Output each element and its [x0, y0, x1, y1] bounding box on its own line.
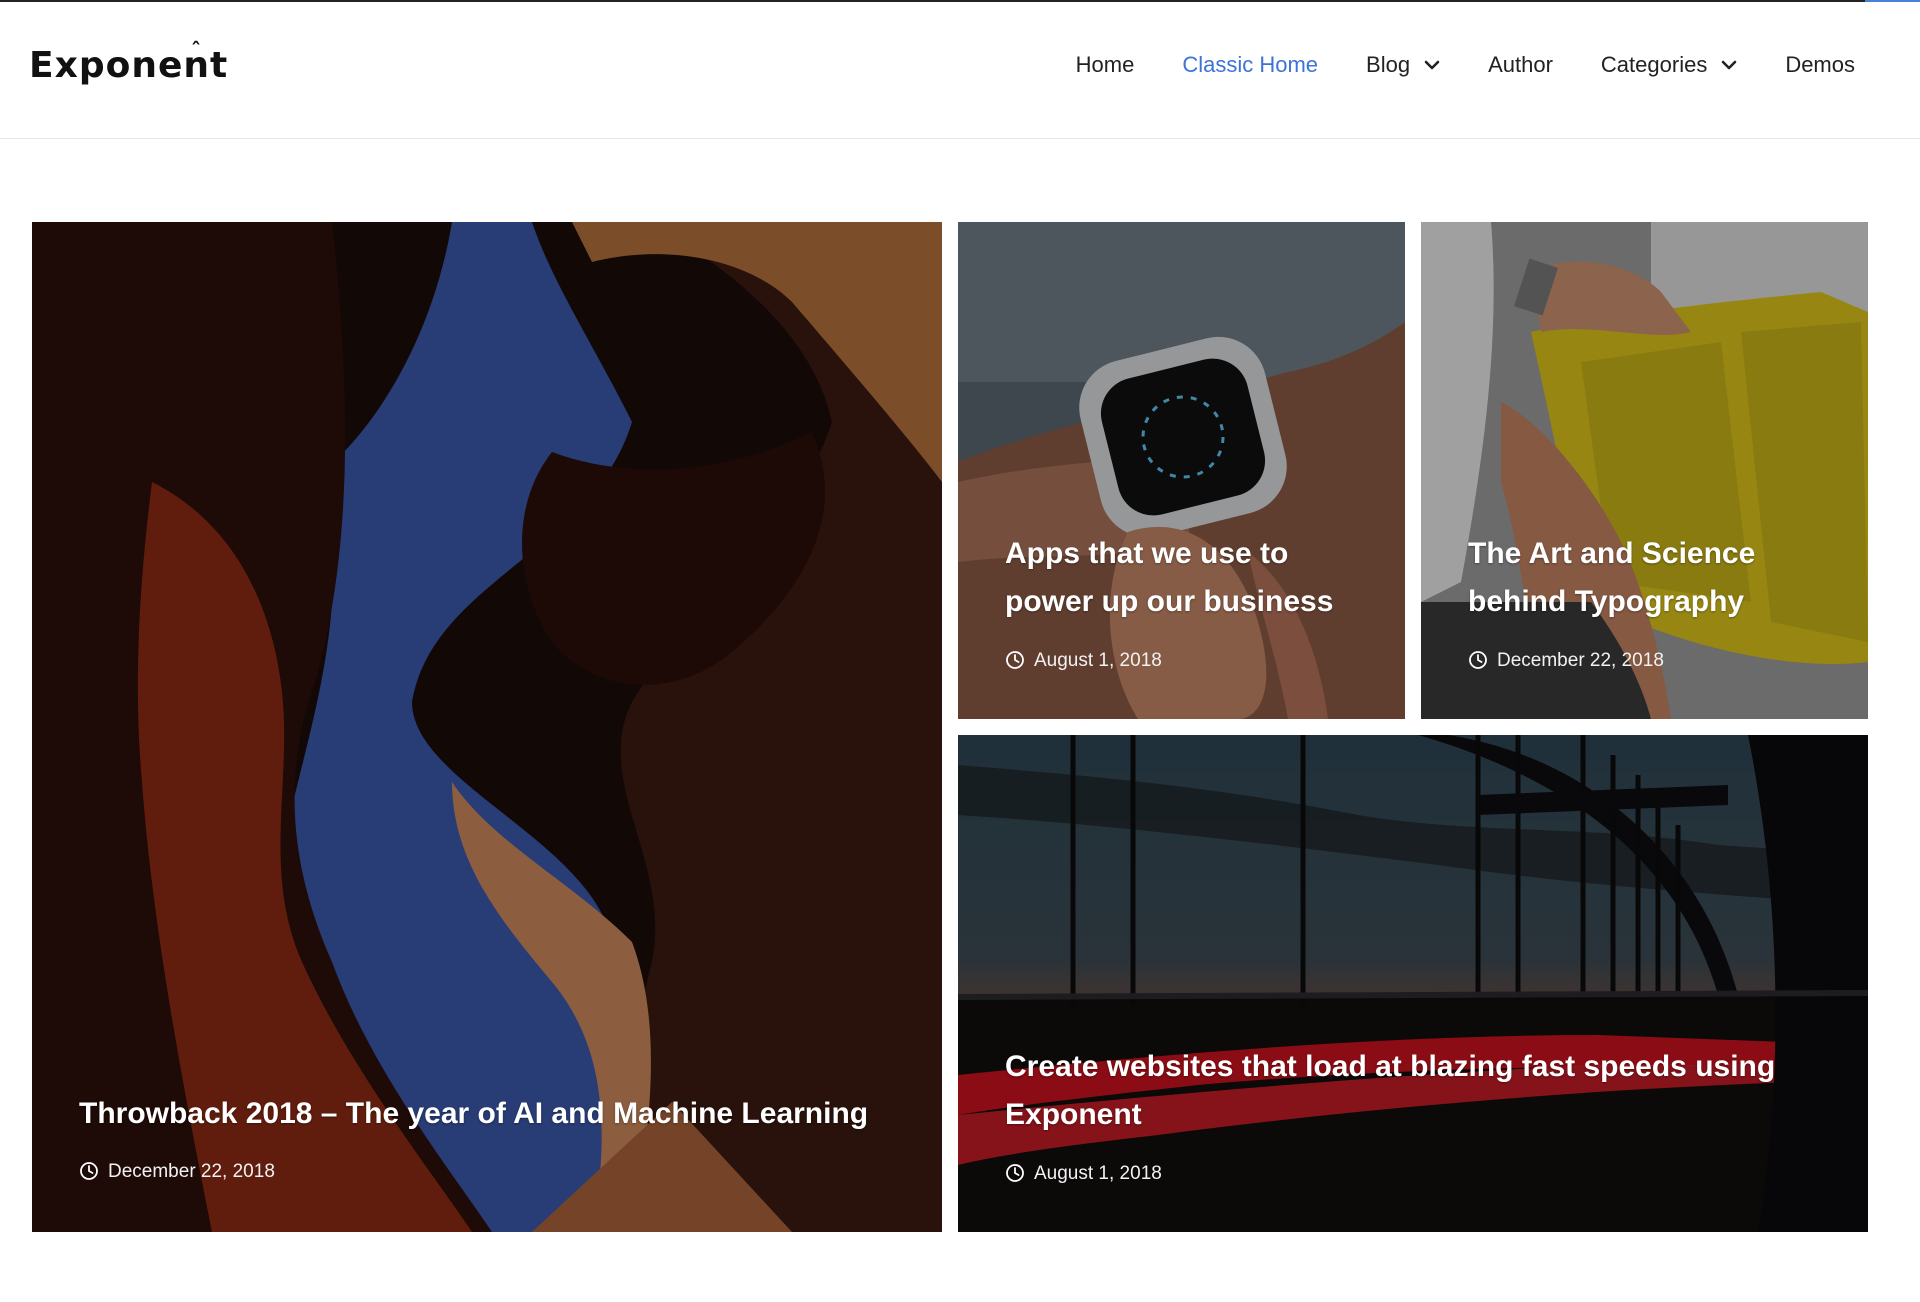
image-overlay — [958, 735, 1868, 1232]
nav-home-label: Home — [1075, 52, 1135, 77]
nav-categories[interactable]: Categories — [1601, 54, 1737, 76]
site-logo[interactable]: Exponent ˆ — [29, 40, 228, 84]
nav-blog-label: Blog — [1366, 52, 1411, 77]
post-date-text: December 22, 2018 — [1497, 649, 1664, 671]
chevron-down-icon — [1424, 60, 1440, 70]
post-date: December 22, 2018 — [79, 1161, 275, 1181]
nav-home[interactable]: Home — [1076, 54, 1135, 76]
post-card-apps[interactable]: Apps that we use to power up our busines… — [958, 222, 1405, 719]
post-card-throwback-2018[interactable]: Throwback 2018 – The year of AI and Mach… — [32, 222, 942, 1232]
nav-demos[interactable]: Demos — [1785, 54, 1855, 76]
post-card-typography[interactable]: The Art and Science behind Typography De… — [1421, 222, 1868, 719]
clock-icon — [80, 1162, 98, 1180]
post-date: August 1, 2018 — [1005, 1163, 1162, 1183]
nav-classic-home[interactable]: Classic Home — [1182, 54, 1318, 76]
post-title[interactable]: Create websites that load at blazing fas… — [1005, 1043, 1825, 1139]
nav-author[interactable]: Author — [1488, 54, 1553, 76]
nav-author-label: Author — [1488, 52, 1553, 77]
nav-blog[interactable]: Blog — [1366, 54, 1440, 76]
clock-icon — [1006, 651, 1024, 669]
post-title[interactable]: The Art and Science behind Typography — [1468, 530, 1808, 626]
image-overlay — [1421, 222, 1868, 719]
post-date-text: August 1, 2018 — [1034, 1162, 1162, 1184]
main-nav: Home Classic Home Blog Author Categories… — [1028, 54, 1855, 76]
post-card-fast-websites[interactable]: Create websites that load at blazing fas… — [958, 735, 1868, 1232]
nav-classic-home-label: Classic Home — [1182, 52, 1319, 77]
logo-caret-icon: ˆ — [191, 38, 202, 62]
chevron-down-icon — [1722, 60, 1737, 70]
image-overlay — [958, 222, 1405, 719]
post-date-text: August 1, 2018 — [1034, 649, 1162, 671]
site-header: Exponent ˆ Home Classic Home Blog Author… — [0, 2, 1920, 139]
nav-demos-label: Demos — [1785, 52, 1855, 77]
post-date: August 1, 2018 — [1005, 650, 1162, 670]
post-date-text: December 22, 2018 — [108, 1160, 275, 1182]
clock-icon — [1006, 1164, 1024, 1182]
post-title[interactable]: Apps that we use to power up our busines… — [1005, 530, 1365, 626]
featured-posts-grid: Throwback 2018 – The year of AI and Mach… — [0, 0, 1920, 1302]
post-title[interactable]: Throwback 2018 – The year of AI and Mach… — [79, 1090, 919, 1138]
nav-categories-label: Categories — [1600, 52, 1708, 77]
clock-icon — [1469, 651, 1487, 669]
post-date: December 22, 2018 — [1468, 650, 1664, 670]
image-overlay — [32, 222, 942, 1232]
